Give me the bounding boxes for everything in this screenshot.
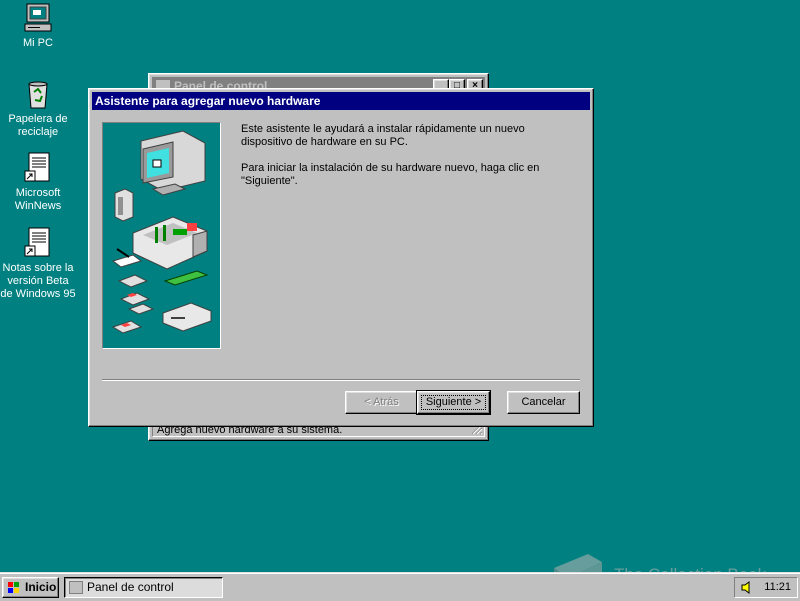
wizard-illustration — [102, 122, 221, 349]
wizard-separator — [102, 379, 580, 381]
cancel-button-label: Cancelar — [521, 396, 566, 408]
document-shortcut-icon — [22, 227, 54, 259]
desktop-icon-label: Notas sobre la versión Beta de Windows 9… — [0, 262, 76, 300]
back-button[interactable]: < Atrás — [345, 391, 418, 414]
desktop-icon-winnews[interactable]: Microsoft WinNews — [0, 152, 76, 213]
desktop-icon-beta-notes[interactable]: Notas sobre la versión Beta de Windows 9… — [0, 227, 76, 301]
start-label: Inicio — [25, 580, 57, 594]
recycle-bin-icon — [22, 78, 54, 110]
next-button[interactable]: Siguiente > — [416, 390, 491, 415]
system-tray: 11:21 — [734, 577, 798, 598]
computer-icon — [22, 2, 54, 34]
desktop-icon-my-computer[interactable]: Mi PC — [0, 2, 76, 50]
taskbar-item-control-panel[interactable]: Panel de control — [64, 577, 223, 598]
cancel-button[interactable]: Cancelar — [507, 391, 580, 414]
wizard-body-text: Este asistente le ayudará a instalar ráp… — [241, 123, 541, 201]
control-panel-icon — [69, 581, 83, 594]
wizard-intro-text: Este asistente le ayudará a instalar ráp… — [241, 123, 525, 148]
clock[interactable]: 11:21 — [764, 581, 791, 593]
desktop-icon-label: Papelera de reciclaje — [8, 113, 68, 138]
start-button[interactable]: Inicio — [2, 577, 59, 598]
desktop-icon-recycle-bin[interactable]: Papelera de reciclaje — [0, 78, 76, 139]
desktop-icon-label: Microsoft WinNews — [14, 187, 62, 212]
add-hardware-wizard-dialog[interactable]: Asistente para agregar nuevo hardware Es… — [88, 88, 594, 427]
wizard-title: Asistente para agregar nuevo hardware — [95, 94, 321, 108]
computer-case-icon — [132, 216, 208, 270]
wizard-titlebar[interactable]: Asistente para agregar nuevo hardware — [92, 92, 590, 110]
document-shortcut-icon — [22, 152, 54, 184]
modem-icon — [162, 302, 212, 332]
speaker-icon — [114, 188, 134, 222]
back-button-label: < Atrás — [364, 396, 399, 408]
taskbar: Inicio Panel de control 11:21 — [0, 572, 800, 601]
desktop-icon-label: Mi PC — [23, 37, 53, 49]
taskbar-item-label: Panel de control — [87, 580, 174, 594]
focus-ring — [421, 395, 486, 410]
volume-icon[interactable] — [740, 581, 754, 594]
windows-logo-icon — [8, 582, 19, 593]
monitor-icon — [140, 130, 206, 196]
wizard-instruction-text: Para iniciar la instalación de su hardwa… — [241, 162, 540, 187]
